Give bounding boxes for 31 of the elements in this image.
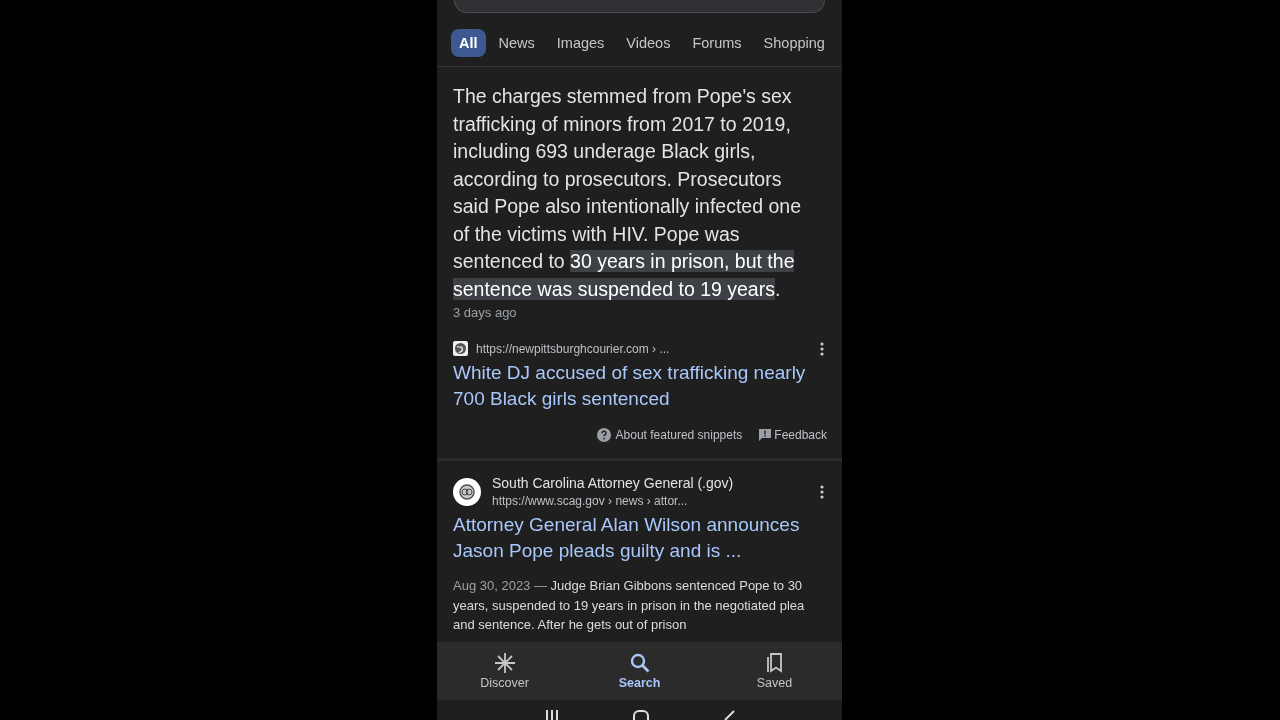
search-field[interactable] — [454, 0, 825, 13]
search-icon — [628, 652, 651, 674]
result-title-link[interactable]: White DJ accused of sex trafficking nearly 700 Black girls sentenced — [453, 360, 826, 411]
filter-tab[interactable]: Forums — [683, 29, 751, 57]
site-name: South Carolina Attorney General (.gov) — [492, 475, 734, 491]
asterisk-icon — [493, 652, 516, 674]
filter-tab[interactable]: News — [489, 29, 544, 57]
back-icon[interactable] — [723, 710, 736, 720]
more-icon[interactable] — [820, 484, 824, 499]
more-icon[interactable] — [820, 341, 824, 356]
help-icon — [596, 428, 611, 442]
source-url: https://newpittsburghcourier.com › ... — [476, 341, 670, 356]
result-snippet: Aug 30, 2023 — Judge Brian Gibbons sentenced Pope to 30 years, suspended to 19 years in prison in the negotiated plea and sentence. After he gets out of prison — [453, 577, 806, 634]
filter-tab[interactable]: Shopping — [754, 29, 834, 57]
nav-tab[interactable]: Saved — [734, 652, 815, 690]
globe-icon — [453, 341, 468, 356]
seal-icon — [453, 477, 481, 506]
filter-tab[interactable]: Images — [547, 29, 614, 57]
feedback-link[interactable]: Feedback — [774, 428, 827, 442]
recent-apps-icon[interactable] — [543, 710, 560, 720]
nav-tab[interactable]: Search — [599, 652, 680, 690]
about-link[interactable]: About featured snippets — [615, 428, 743, 442]
snippet-date: 3 days ago — [453, 305, 518, 320]
source-url: https://www.scag.gov › news › attor... — [492, 494, 689, 508]
filter-tab[interactable]: Videos — [617, 29, 680, 57]
snippet-text: The charges stemmed from Pope's sex trafficking of minors from 2017 to 2019, including 693 underage Black girls, according to prosecutors. Prosecutors said Pope also intentionally infected one of the victims with HIV. Pope was sentenced to 30 years in prison, but the sentence was suspended to 19 years. — [453, 84, 802, 302]
home-icon[interactable] — [633, 710, 650, 720]
filter-tab[interactable]: All — [451, 29, 486, 57]
result-title-link[interactable]: Attorney General Alan Wilson announces Jason Pope pleads guilty and is ... — [453, 512, 826, 563]
feedback-icon — [759, 429, 772, 441]
nav-tab[interactable]: Discover — [464, 652, 545, 690]
